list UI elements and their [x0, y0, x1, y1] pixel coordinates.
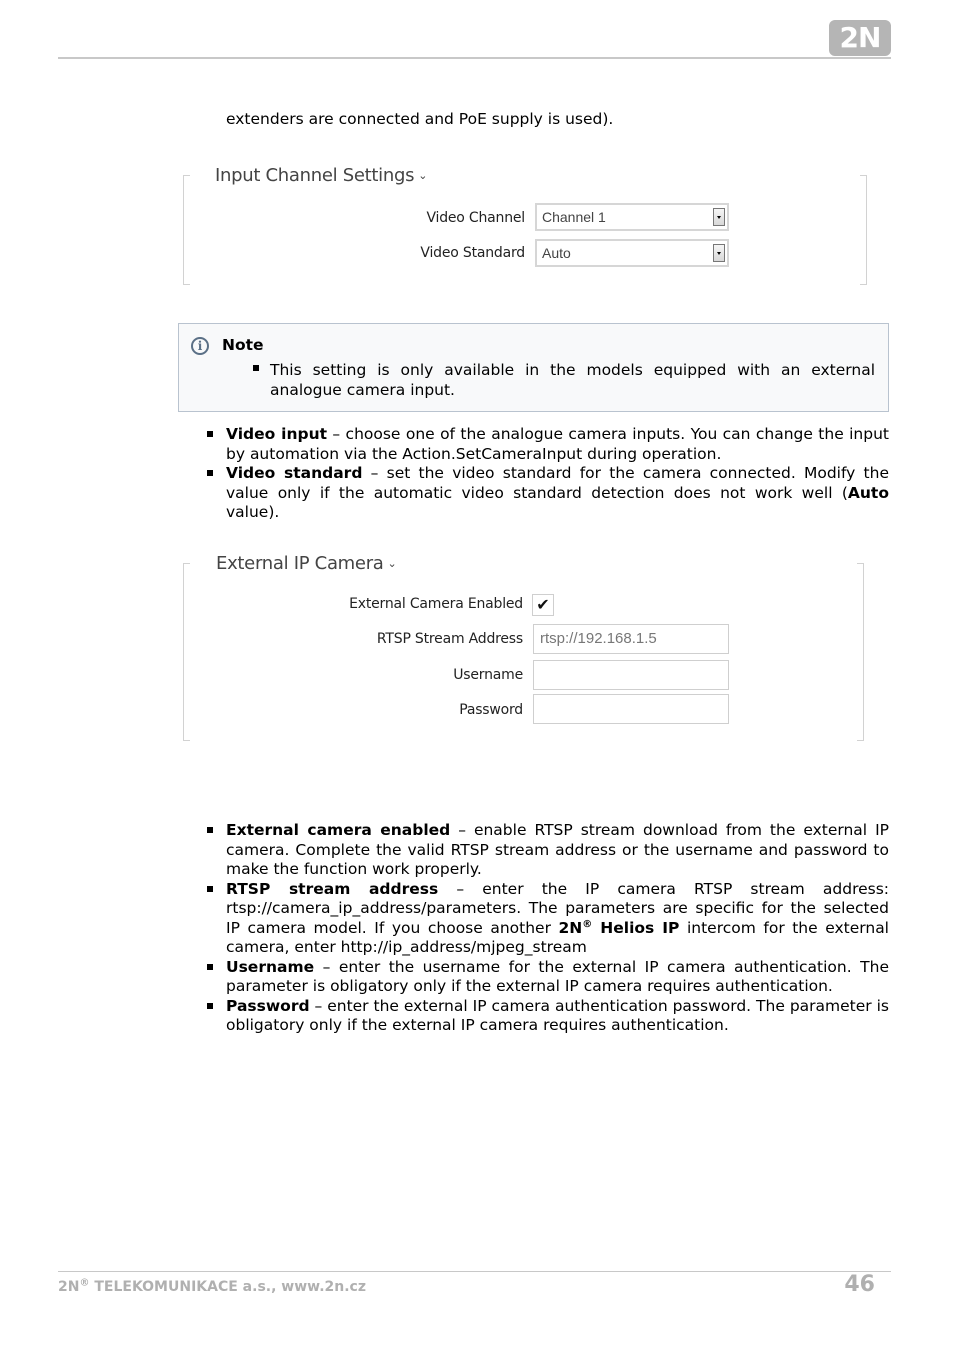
- footer-company-text: TELEKOMUNIKACE a.s., www.2n.cz: [89, 1279, 366, 1295]
- panel-title-text: External IP Camera: [216, 553, 384, 574]
- video-standard-select[interactable]: Auto: [535, 239, 729, 267]
- description-end: value).: [226, 503, 280, 521]
- brand-helios-ip: Helios IP: [592, 918, 680, 937]
- bullet-list-input-settings: Video input – choose one of the analogue…: [207, 425, 889, 523]
- 2n-logo: 2N: [829, 20, 891, 56]
- external-ip-camera-title[interactable]: External IP Camera ⌄: [216, 553, 397, 574]
- rtsp-stream-address-label: RTSP Stream Address: [376, 631, 523, 647]
- input-channel-settings-title[interactable]: Input Channel Settings ⌄: [215, 165, 427, 186]
- password-input[interactable]: [533, 694, 729, 724]
- external-camera-enabled-checkbox[interactable]: ✔: [532, 594, 554, 616]
- input-channel-settings-panel: [183, 175, 867, 285]
- list-item: Video input – choose one of the analogue…: [207, 425, 889, 464]
- username-label: Username: [453, 667, 523, 683]
- list-item: Video standard – set the video standard …: [207, 464, 889, 523]
- dropdown-arrow-icon[interactable]: [713, 244, 725, 262]
- page-number: 46: [844, 1272, 875, 1297]
- video-channel-value: Channel 1: [542, 209, 606, 225]
- term: Video input: [226, 425, 328, 443]
- list-item: Password – enter the external IP camera …: [207, 996, 889, 1036]
- chevron-down-icon: ⌄: [387, 557, 397, 570]
- rtsp-stream-address-input[interactable]: rtsp://192.168.1.5: [533, 624, 729, 654]
- checkmark-icon: ✔: [536, 595, 550, 614]
- description: – enter the username for the external IP…: [226, 957, 889, 996]
- footer-divider: [58, 1271, 891, 1272]
- panel-title-text: Input Channel Settings: [215, 165, 415, 186]
- registered-mark: ®: [79, 1277, 90, 1289]
- term-auto: Auto: [847, 483, 889, 502]
- bullet-icon: [253, 365, 259, 371]
- header-divider: [58, 57, 891, 59]
- term: External camera enabled: [226, 821, 451, 839]
- chevron-down-icon: ⌄: [418, 169, 428, 182]
- password-label: Password: [459, 702, 523, 718]
- term: RTSP stream address: [226, 879, 439, 898]
- list-item: External camera enabled – enable RTSP st…: [207, 821, 889, 880]
- bullet-icon: [207, 827, 213, 833]
- video-channel-select[interactable]: Channel 1: [535, 203, 729, 231]
- footer-brand: 2N: [58, 1279, 80, 1295]
- bullet-icon: [207, 431, 213, 437]
- note-item-text: This setting is only available in the mo…: [270, 361, 875, 399]
- term: Username: [226, 957, 315, 976]
- list-item: Username – enter the username for the ex…: [207, 957, 889, 997]
- bullet-list-external-camera: External camera enabled – enable RTSP st…: [207, 821, 889, 1036]
- registered-mark: ®: [582, 918, 593, 930]
- bullet-icon: [207, 963, 213, 970]
- footer-company: 2N® TELEKOMUNIKACE a.s., www.2n.cz: [58, 1277, 366, 1295]
- dropdown-arrow-icon[interactable]: [713, 208, 725, 226]
- video-standard-label: Video Standard: [420, 245, 525, 261]
- intro-text: extenders are connected and PoE supply i…: [226, 110, 614, 128]
- bullet-icon: [207, 470, 213, 476]
- note-item: This setting is only available in the mo…: [253, 361, 875, 400]
- info-icon: i: [191, 337, 209, 355]
- video-standard-value: Auto: [542, 245, 571, 261]
- username-input[interactable]: [533, 660, 729, 690]
- brand-2n: 2N: [558, 918, 583, 937]
- note-title: Note: [222, 336, 264, 354]
- bullet-icon: [207, 1002, 213, 1009]
- term: Video standard: [226, 464, 363, 482]
- bullet-icon: [207, 885, 213, 892]
- external-camera-enabled-label: External Camera Enabled: [349, 596, 523, 612]
- term: Password: [226, 996, 310, 1015]
- description: – enter the external IP camera authentic…: [226, 996, 889, 1035]
- list-item: RTSP stream address – enter the IP camer…: [207, 879, 889, 958]
- video-channel-label: Video Channel: [426, 210, 525, 226]
